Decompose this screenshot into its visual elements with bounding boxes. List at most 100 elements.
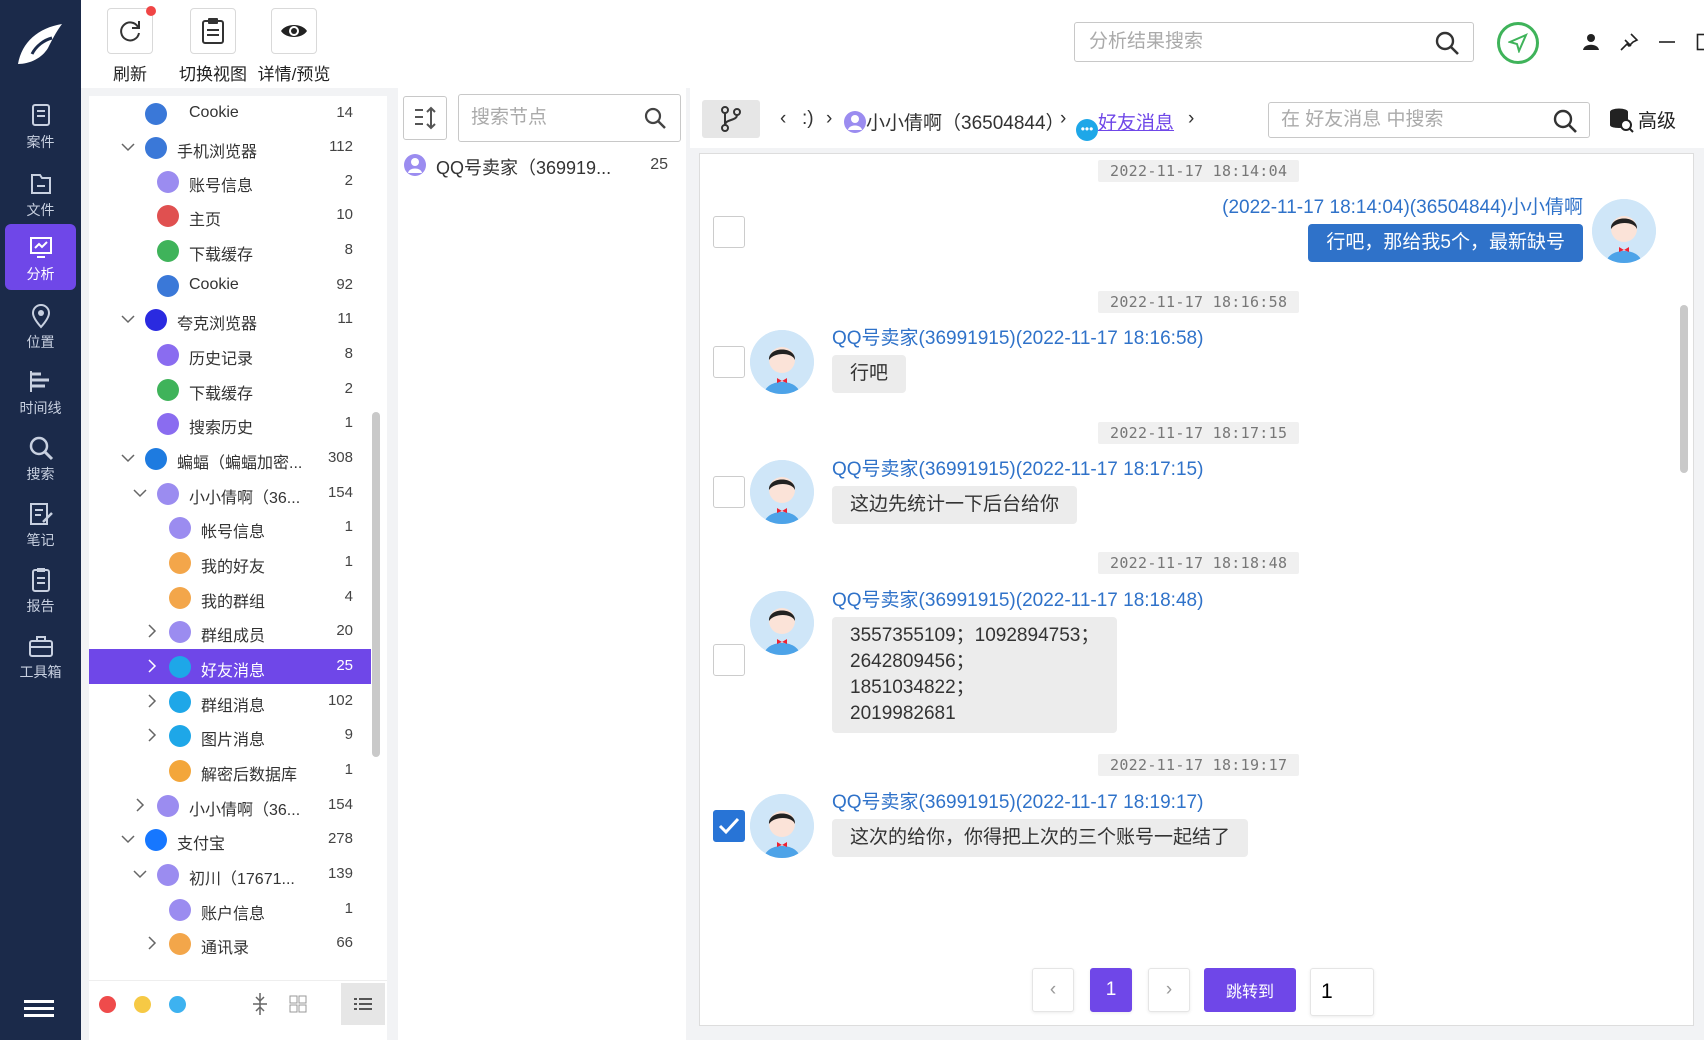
- nav-item-analysis[interactable]: 分析: [5, 224, 76, 290]
- hamburger-menu-icon[interactable]: [24, 998, 54, 1020]
- sort-button[interactable]: [403, 96, 447, 140]
- tree-row[interactable]: 账号信息 2: [89, 164, 371, 199]
- search-icon[interactable]: [644, 107, 666, 134]
- pin-icon[interactable]: [1617, 30, 1641, 54]
- message-checkbox[interactable]: [713, 644, 745, 676]
- avatar: [750, 330, 814, 394]
- search-icon[interactable]: [1435, 31, 1459, 60]
- tree-row[interactable]: 主页 10: [89, 198, 371, 233]
- red-filter-dot[interactable]: [99, 996, 116, 1013]
- account-icon: [169, 899, 191, 921]
- chevron-right-icon[interactable]: [145, 694, 159, 708]
- location-icon: [31, 304, 50, 329]
- grid-view-icon[interactable]: [289, 995, 307, 1018]
- chat-scrollbar[interactable]: [1680, 305, 1688, 473]
- tree-row[interactable]: 小小倩啊（36... 154: [89, 788, 371, 823]
- chevron-right-icon[interactable]: [133, 798, 147, 812]
- node-item[interactable]: QQ号卖家（369919... 25: [404, 150, 680, 184]
- breadcrumb-forward-icon[interactable]: ›: [1188, 108, 1194, 130]
- tree-row[interactable]: 我的好友 1: [89, 545, 371, 580]
- next-page-button[interactable]: ›: [1148, 968, 1190, 1012]
- search-icon[interactable]: [1553, 109, 1577, 138]
- nav-item-timeline[interactable]: 时间线: [5, 358, 76, 424]
- analysis-search-box[interactable]: [1074, 22, 1474, 62]
- advanced-search-button[interactable]: 高级: [1608, 106, 1676, 133]
- tree-row[interactable]: 帐号信息 1: [89, 510, 371, 545]
- breadcrumb-back-icon[interactable]: ‹: [780, 108, 786, 130]
- chat-search-input[interactable]: [1269, 103, 1539, 137]
- breadcrumb-item-current[interactable]: ••• 好友消息: [1076, 108, 1174, 141]
- chevron-right-icon[interactable]: [145, 728, 159, 742]
- tree-row[interactable]: 账户信息 1: [89, 892, 371, 927]
- tree-row[interactable]: 手机浏览器 112: [89, 130, 371, 165]
- chevron-down-icon[interactable]: [121, 451, 135, 465]
- analysis-search-input[interactable]: [1075, 23, 1415, 61]
- nav-item-case[interactable]: 案件: [5, 92, 76, 158]
- chevron-right-icon[interactable]: [145, 624, 159, 638]
- node-search-input[interactable]: [459, 95, 629, 141]
- tree-row[interactable]: 搜索历史 1: [89, 406, 371, 441]
- nav-item-note[interactable]: 笔记: [5, 490, 76, 556]
- tree-row[interactable]: 通讯录 66: [89, 926, 371, 961]
- prev-page-button[interactable]: ‹: [1032, 968, 1074, 1012]
- tree-row[interactable]: 支付宝 278: [89, 822, 371, 857]
- node-search-box[interactable]: [458, 94, 681, 142]
- yellow-filter-dot[interactable]: [134, 996, 151, 1013]
- database-search-icon: [1610, 108, 1634, 133]
- tree-row[interactable]: 下载缓存 8: [89, 233, 371, 268]
- chevron-right-icon[interactable]: [145, 659, 159, 673]
- blue-filter-dot[interactable]: [169, 996, 186, 1013]
- tree-row[interactable]: 小小倩啊（36... 154: [89, 476, 371, 511]
- message-checkbox[interactable]: [713, 476, 745, 508]
- switch-view-button[interactable]: 切换视图: [173, 8, 253, 85]
- tree-row[interactable]: 蝙蝠（蝙蝠加密... 308: [89, 441, 371, 476]
- analysis-icon: [29, 237, 52, 258]
- left-nav-rail: 案件 文件 分析 位置 时间线 搜索 笔记 报告 工具箱: [0, 0, 81, 1040]
- user-icon[interactable]: [1579, 30, 1603, 54]
- maximize-icon[interactable]: [1693, 30, 1704, 54]
- tree-row[interactable]: 下载缓存 2: [89, 372, 371, 407]
- tree-row[interactable]: 群组消息 102: [89, 684, 371, 719]
- chevron-down-icon[interactable]: [121, 832, 135, 846]
- details-preview-button[interactable]: 详情/预览: [249, 8, 339, 85]
- tree-row[interactable]: 图片消息 9: [89, 718, 371, 753]
- message-checkbox[interactable]: [713, 216, 745, 248]
- page-number-button[interactable]: 1: [1090, 968, 1132, 1012]
- breadcrumb-item-account[interactable]: 小小倩啊（36504844）: [844, 108, 1065, 135]
- minimize-icon[interactable]: [1655, 30, 1679, 54]
- send-button[interactable]: [1497, 22, 1539, 64]
- nav-item-toolbox[interactable]: 工具箱: [5, 622, 76, 688]
- breadcrumb-item[interactable]: :): [802, 108, 814, 130]
- tree-row[interactable]: 群组成员 20: [89, 614, 371, 649]
- message-checkbox[interactable]: [713, 346, 745, 378]
- collapse-all-icon[interactable]: [251, 992, 269, 1021]
- tree-row[interactable]: Cookie 14: [89, 96, 371, 131]
- chevron-down-icon[interactable]: [121, 140, 135, 154]
- refresh-button[interactable]: 刷新: [105, 6, 156, 85]
- nav-item-search[interactable]: 搜索: [5, 424, 76, 490]
- nav-item-report[interactable]: 报告: [5, 556, 76, 622]
- nav-item-location[interactable]: 位置: [5, 292, 76, 358]
- chat-search-box[interactable]: [1268, 102, 1590, 138]
- list-view-icon[interactable]: [341, 983, 385, 1025]
- tree-row[interactable]: 历史记录 8: [89, 337, 371, 372]
- tree-row[interactable]: 解密后数据库 1: [89, 753, 371, 788]
- tree-bottom-bar: [89, 980, 387, 1026]
- chevron-down-icon[interactable]: [133, 486, 147, 500]
- tree-row[interactable]: Cookie 92: [89, 268, 371, 303]
- nav-item-folder[interactable]: 文件: [5, 160, 76, 226]
- tree-row[interactable]: 初川（17671... 139: [89, 857, 371, 892]
- chevron-down-icon[interactable]: [133, 867, 147, 881]
- tree-row[interactable]: 好友消息 25: [89, 649, 371, 684]
- tree-scrollbar[interactable]: [372, 412, 380, 757]
- message-checkbox[interactable]: [713, 810, 745, 842]
- tree-row-label: 下载缓存: [189, 247, 254, 264]
- chevron-down-icon[interactable]: [121, 312, 135, 326]
- tree-row[interactable]: 我的群组 4: [89, 580, 371, 615]
- jump-page-input[interactable]: [1310, 968, 1374, 1016]
- jump-to-button[interactable]: 跳转到: [1204, 968, 1296, 1012]
- tree-row[interactable]: 夸克浏览器 11: [89, 302, 371, 337]
- chat-bubble-icon: •••: [1076, 119, 1098, 141]
- chevron-right-icon[interactable]: [145, 936, 159, 950]
- branch-button[interactable]: [702, 100, 760, 138]
